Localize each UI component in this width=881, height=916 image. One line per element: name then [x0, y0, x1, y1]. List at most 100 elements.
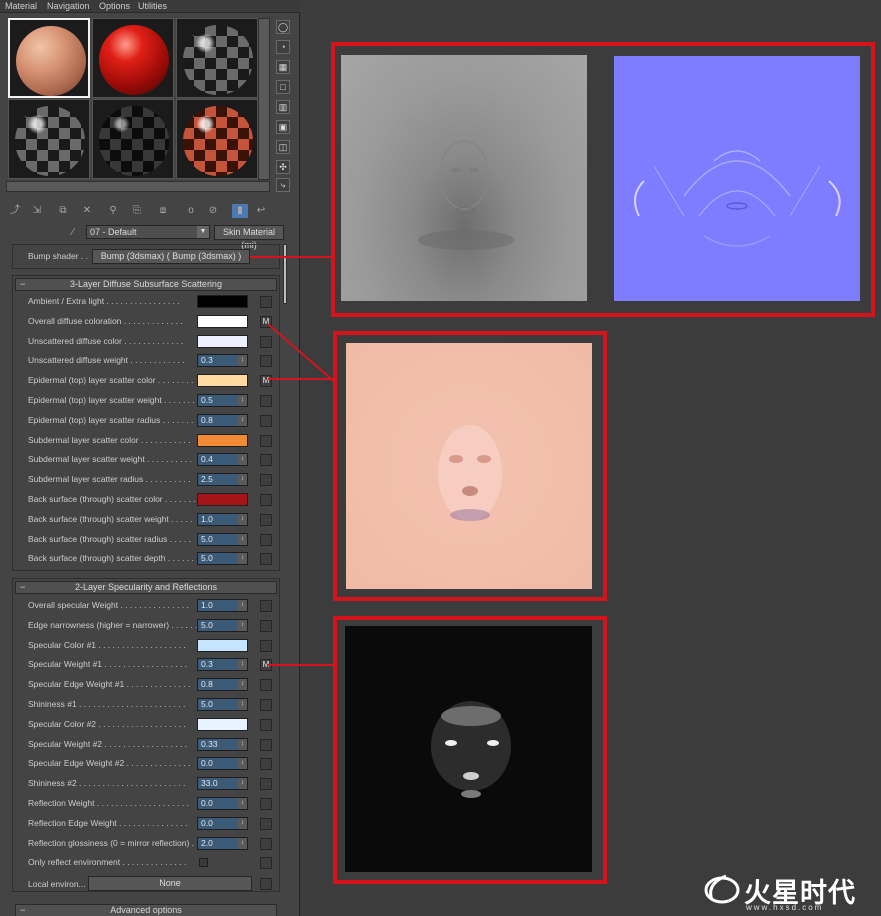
value-spinner[interactable]: 0.3 ↕	[197, 354, 248, 368]
value-spinner[interactable]: 0.0 ↕	[197, 797, 248, 810]
go-forward-to-sibling-icon[interactable]: ↩	[254, 204, 268, 218]
map-button[interactable]	[260, 494, 272, 506]
color-swatch[interactable]	[197, 638, 248, 652]
diffuse-rollout-header[interactable]: − 3-Layer Diffuse Subsurface Scattering	[15, 278, 277, 291]
map-button[interactable]	[260, 296, 272, 308]
material-name-dropdown[interactable]: 07 - Default ▼	[86, 225, 210, 239]
map-button[interactable]	[260, 738, 272, 751]
map-button[interactable]	[260, 798, 272, 810]
sample-slot-2[interactable]	[92, 18, 174, 98]
local-environment-button[interactable]: None	[88, 876, 252, 891]
value-spinner[interactable]: 5.0 ↕	[197, 618, 248, 632]
bump-shader-button[interactable]: Bump (3dsmax) ( Bump (3dsmax) )	[92, 249, 250, 264]
map-button[interactable]	[260, 395, 272, 407]
spinner-arrows-icon[interactable]: ↕	[238, 355, 247, 367]
put-to-library-icon[interactable]: ⎘	[130, 204, 144, 218]
spinner-arrows-icon[interactable]: ↕	[238, 817, 247, 829]
sample-slot-1[interactable]	[8, 18, 90, 98]
menu-navigation[interactable]: Navigation	[47, 1, 90, 11]
parameters-scrollbar[interactable]	[283, 244, 287, 304]
advanced-rollout-header[interactable]: − Advanced options	[15, 904, 277, 916]
value-spinner[interactable]: 0.0 ↕	[197, 757, 248, 771]
go-to-parent-icon[interactable]: ▮	[232, 204, 248, 218]
put-to-scene-icon[interactable]: ⇲	[30, 204, 44, 218]
backlight-icon[interactable]: ◔	[276, 40, 290, 54]
map-button[interactable]	[260, 699, 272, 711]
material-id-channel-icon[interactable]: ⧈	[156, 204, 170, 218]
spinner-arrows-icon[interactable]: ↕	[238, 395, 247, 406]
sample-slot-6[interactable]	[176, 99, 258, 179]
map-button[interactable]	[260, 817, 272, 830]
map-button[interactable]	[260, 454, 272, 467]
specular-rollout-header[interactable]: − 2-Layer Specularity and Reflections	[15, 581, 277, 594]
color-swatch[interactable]	[197, 433, 248, 447]
pick-material-icon[interactable]: ⁄	[66, 226, 80, 240]
reset-map-icon[interactable]: ✕	[80, 204, 94, 218]
value-spinner[interactable]: 33.0 ↕	[197, 777, 248, 791]
spinner-arrows-icon[interactable]: ↕	[238, 619, 247, 631]
slots-vertical-scrollbar[interactable]	[258, 18, 270, 180]
value-spinner[interactable]: 0.8 ↕	[197, 413, 248, 427]
video-color-check-icon[interactable]: ▥	[276, 100, 290, 114]
show-map-in-viewport-icon[interactable]: o	[184, 204, 198, 218]
get-material-icon[interactable]: ⤴	[8, 204, 22, 218]
color-swatch[interactable]	[197, 314, 248, 328]
map-button[interactable]	[260, 837, 272, 850]
map-button[interactable]	[260, 600, 272, 612]
sample-slot-3[interactable]	[176, 18, 258, 98]
spinner-arrows-icon[interactable]: ↕	[238, 474, 247, 486]
menu-material[interactable]: Material	[5, 1, 37, 11]
map-button[interactable]	[260, 474, 272, 487]
spinner-arrows-icon[interactable]: ↕	[238, 699, 247, 710]
spinner-arrows-icon[interactable]: ↕	[238, 778, 247, 790]
value-spinner[interactable]: 2.0 ↕	[197, 836, 248, 850]
value-spinner[interactable]: 0.0 ↕	[197, 816, 248, 830]
spinner-arrows-icon[interactable]: ↕	[238, 414, 247, 426]
spinner-arrows-icon[interactable]: ↕	[238, 553, 247, 565]
map-button[interactable]	[260, 355, 272, 368]
show-end-result-icon[interactable]: ⊘	[206, 204, 220, 218]
map-button[interactable]	[260, 335, 272, 348]
value-spinner[interactable]: 0.8 ↕	[197, 678, 248, 692]
sample-slot-5[interactable]	[92, 99, 174, 179]
spinner-arrows-icon[interactable]: ↕	[238, 659, 247, 671]
spinner-arrows-icon[interactable]: ↕	[238, 533, 247, 545]
map-button[interactable]: M	[260, 375, 272, 388]
select-by-material-icon[interactable]: ✣	[276, 160, 290, 174]
map-button[interactable]	[260, 758, 272, 771]
material-map-navigator-icon[interactable]: ⤷	[276, 178, 290, 192]
map-button[interactable]	[260, 414, 272, 427]
color-swatch[interactable]	[197, 295, 248, 308]
map-button[interactable]	[260, 857, 272, 870]
map-button[interactable]	[260, 718, 272, 731]
value-spinner[interactable]: 5.0 ↕	[197, 698, 248, 711]
spinner-arrows-icon[interactable]: ↕	[238, 600, 247, 611]
spinner-arrows-icon[interactable]: ↕	[238, 679, 247, 691]
spinner-arrows-icon[interactable]: ↕	[238, 837, 247, 849]
sample-uv-icon[interactable]: □	[276, 80, 290, 94]
menu-utilities[interactable]: Utilities	[138, 1, 167, 11]
material-type-button[interactable]: Skin Material (mi)	[214, 225, 284, 250]
spinner-arrows-icon[interactable]: ↕	[238, 454, 247, 466]
menu-options[interactable]: Options	[99, 1, 130, 11]
value-spinner[interactable]: 5.0 ↕	[197, 552, 248, 566]
map-button[interactable]	[260, 619, 272, 632]
value-spinner[interactable]: 2.5 ↕	[197, 473, 248, 487]
make-preview-icon[interactable]: ▣	[276, 120, 290, 134]
map-button[interactable]	[260, 553, 272, 566]
options-icon[interactable]: ◫	[276, 140, 290, 154]
value-spinner[interactable]: 1.0 ↕	[197, 599, 248, 612]
map-button[interactable]	[260, 513, 272, 526]
map-button[interactable]	[260, 639, 272, 652]
value-spinner[interactable]: 1.0 ↕	[197, 512, 248, 526]
map-button[interactable]	[260, 778, 272, 791]
local-environment-map-button[interactable]	[260, 878, 272, 890]
color-swatch[interactable]	[197, 493, 248, 506]
assign-to-selection-icon[interactable]: ⧉	[56, 204, 70, 218]
sample-slot-4[interactable]	[8, 99, 90, 179]
value-spinner[interactable]: 0.5 ↕	[197, 394, 248, 407]
slots-horizontal-scrollbar[interactable]	[6, 181, 270, 192]
color-swatch[interactable]	[197, 374, 248, 388]
value-spinner[interactable]: 0.33 ↕	[197, 737, 248, 751]
spinner-arrows-icon[interactable]: ↕	[238, 798, 247, 809]
